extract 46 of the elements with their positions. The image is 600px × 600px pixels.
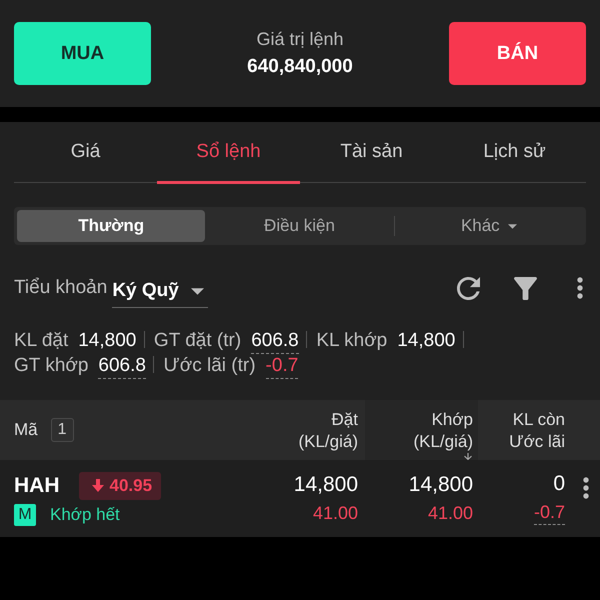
summary-value: 606.8 (251, 330, 299, 354)
sell-button[interactable]: BÁN (448, 22, 586, 85)
column-header[interactable]: Đặt (KL/giá) (298, 409, 358, 453)
stock-symbol: HAH (14, 474, 60, 498)
order-type-tag: M (14, 504, 36, 526)
tab[interactable]: Lịch sử (443, 122, 586, 184)
column-header[interactable]: Khớp (KL/giá) (413, 409, 473, 453)
order-type-tab[interactable]: Điều kiện (205, 210, 394, 242)
filter-icon[interactable] (514, 276, 537, 300)
summary-label: GT khớp (14, 355, 88, 376)
last-price: 40.95 (110, 476, 152, 496)
buy-button[interactable]: MUA (14, 22, 151, 85)
tab[interactable]: Sổ lệnh (157, 122, 300, 184)
order-quantity: 14,800 (294, 473, 358, 497)
sub-account-dropdown[interactable]: Ký Quỹ (112, 276, 208, 308)
remaining-quantity: 0 (553, 472, 565, 496)
summary-label: KL đặt (14, 330, 68, 351)
order-value-label: Giá trị lệnh (256, 29, 344, 50)
tab[interactable]: Giá (14, 122, 157, 184)
summary-label: GT đặt (tr) (154, 330, 242, 351)
caret-down-icon (190, 288, 204, 294)
summary-value: 606.8 (98, 355, 146, 379)
order-type-tab[interactable]: Khác (394, 210, 583, 242)
more-icon[interactable] (577, 277, 583, 299)
order-value: 640,840,000 (247, 56, 353, 78)
caret-down-icon (508, 224, 517, 228)
sub-account-label: Tiểu khoản (14, 277, 108, 299)
column-header[interactable]: KL còn Ước lãi (509, 409, 565, 453)
summary-label: KL khớp (316, 330, 388, 351)
refresh-icon[interactable] (457, 276, 480, 300)
summary-value: 14,800 (78, 330, 136, 351)
summary-label: Ước lãi (tr) (164, 355, 256, 376)
count-badge: 1 (50, 418, 74, 442)
estimated-profit: -0.7 (534, 502, 565, 525)
sort-arrow-icon[interactable] (463, 453, 473, 460)
tab[interactable]: Tài sản (300, 122, 443, 184)
order-price: 41.00 (312, 503, 358, 524)
more-icon[interactable] (583, 477, 589, 499)
summary-value: -0.7 (266, 355, 298, 379)
matched-quantity: 14,800 (408, 473, 473, 497)
order-status: Khớp hết (50, 504, 120, 524)
summary-value: 14,800 (397, 330, 456, 351)
column-header[interactable]: Mã (14, 419, 38, 441)
down-arrow-icon (92, 479, 104, 492)
order-type-tab[interactable]: Thường (17, 210, 206, 242)
matched-price: 41.00 (428, 503, 473, 524)
